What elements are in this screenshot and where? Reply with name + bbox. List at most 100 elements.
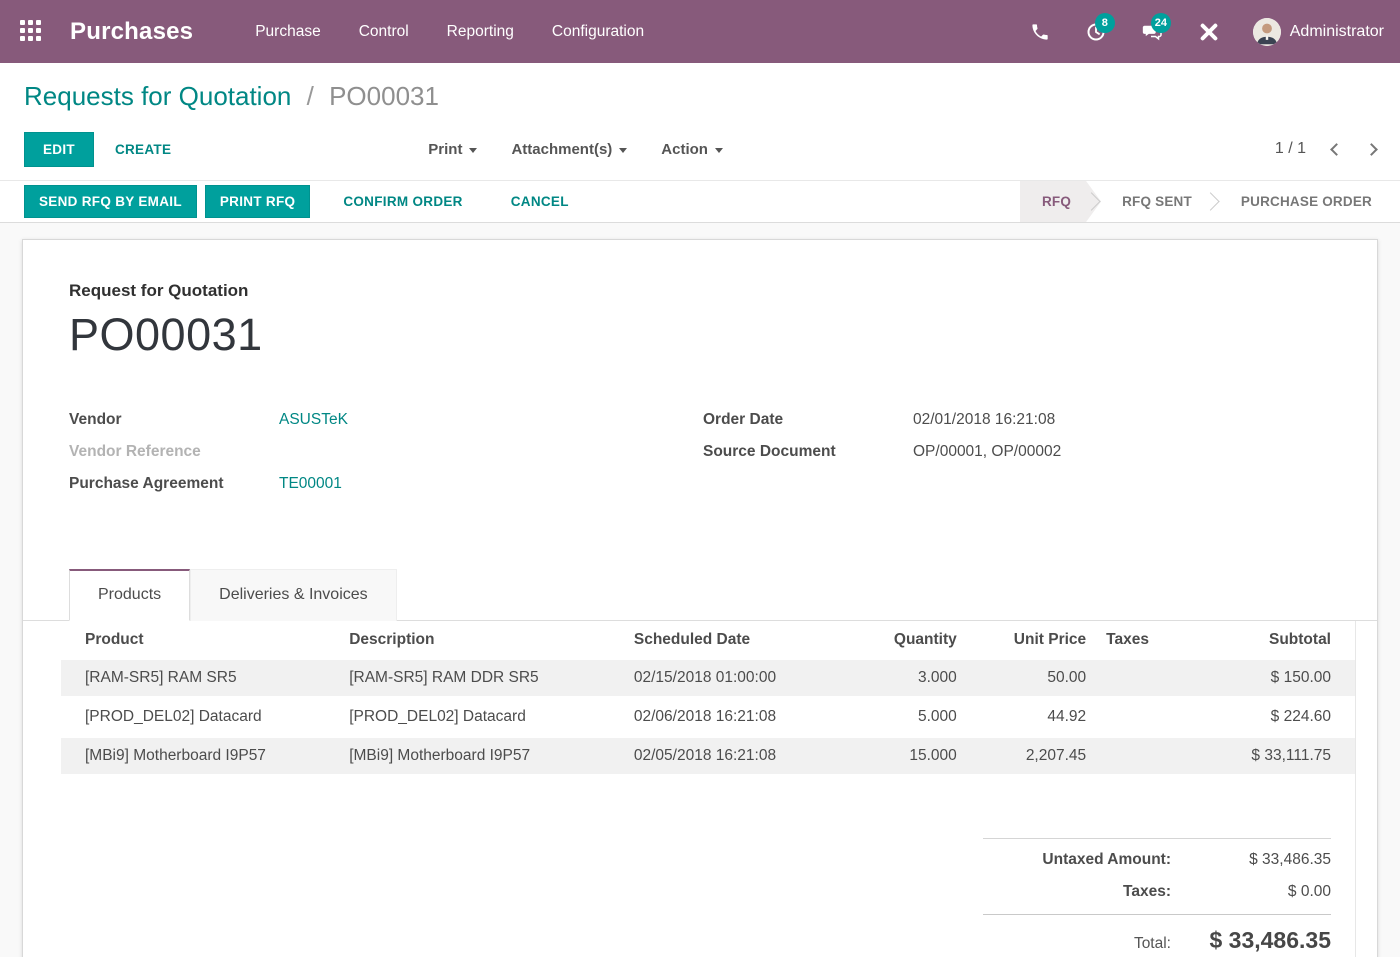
activities-clock-icon[interactable]: 8 xyxy=(1085,21,1107,43)
cell-description[interactable]: [PROD_DEL02] Datacard xyxy=(339,698,624,737)
cell-unit-price[interactable]: 2,207.45 xyxy=(967,737,1096,775)
messages-chat-icon[interactable]: 24 xyxy=(1141,21,1163,43)
table-row[interactable]: [RAM-SR5] RAM SR5 [RAM-SR5] RAM DDR SR5 … xyxy=(61,659,1355,698)
phone-icon[interactable] xyxy=(1029,21,1051,43)
top-navbar: Purchases Purchase Control Reporting Con… xyxy=(0,0,1400,63)
tools-icon[interactable] xyxy=(1197,21,1219,43)
avatar xyxy=(1253,18,1281,46)
col-product[interactable]: Product xyxy=(61,621,339,659)
tab-deliveries-invoices[interactable]: Deliveries & Invoices xyxy=(190,569,397,621)
chevron-down-icon xyxy=(715,148,723,153)
attachments-dropdown[interactable]: Attachment(s) xyxy=(511,141,627,158)
cell-quantity[interactable]: 5.000 xyxy=(850,698,966,737)
col-description[interactable]: Description xyxy=(339,621,624,659)
menu-purchase[interactable]: Purchase xyxy=(255,23,320,41)
table-header-row: Product Description Scheduled Date Quant… xyxy=(61,621,1355,659)
col-scheduled-date[interactable]: Scheduled Date xyxy=(624,621,850,659)
field-group-right: Order Date 02/01/2018 16:21:08 Source Do… xyxy=(703,411,1337,507)
app-name: Purchases xyxy=(70,18,193,46)
pager-next-icon[interactable] xyxy=(1365,143,1378,156)
order-date-value: 02/01/2018 16:21:08 xyxy=(913,411,1055,429)
print-rfq-button[interactable]: PRINT RFQ xyxy=(205,185,310,218)
table-row[interactable]: [MBi9] Motherboard I9P57 [MBi9] Motherbo… xyxy=(61,737,1355,775)
cell-scheduled-date[interactable]: 02/05/2018 16:21:08 xyxy=(624,737,850,775)
status-step-purchase-order[interactable]: PURCHASE ORDER xyxy=(1213,181,1400,222)
total-label: Total: xyxy=(1134,935,1171,953)
cell-taxes[interactable] xyxy=(1096,737,1187,775)
apps-grid-icon[interactable] xyxy=(20,20,44,44)
create-button[interactable]: CREATE xyxy=(108,132,178,167)
col-unit-price[interactable]: Unit Price xyxy=(967,621,1096,659)
cell-taxes[interactable] xyxy=(1096,698,1187,737)
col-quantity[interactable]: Quantity xyxy=(850,621,966,659)
statusbar: SEND RFQ BY EMAIL PRINT RFQ CONFIRM ORDE… xyxy=(0,180,1400,223)
page-title: PO00031 xyxy=(69,309,1337,361)
pager-value: 1 / 1 xyxy=(1275,140,1306,158)
purchase-agreement-value[interactable]: TE00001 xyxy=(279,475,342,493)
order-lines-table: Product Description Scheduled Date Quant… xyxy=(61,621,1356,957)
chevron-down-icon xyxy=(619,148,627,153)
taxes-label: Taxes: xyxy=(1123,883,1171,901)
menu-configuration[interactable]: Configuration xyxy=(552,23,644,41)
totals-panel: Untaxed Amount: $ 33,486.35 Taxes: $ 0.0… xyxy=(983,838,1355,957)
vendor-label: Vendor xyxy=(69,411,279,429)
messages-badge: 24 xyxy=(1151,13,1171,33)
cell-quantity[interactable]: 15.000 xyxy=(850,737,966,775)
pager: 1 / 1 xyxy=(1275,140,1376,158)
cell-scheduled-date[interactable]: 02/15/2018 01:00:00 xyxy=(624,659,850,698)
action-dropdown[interactable]: Action xyxy=(661,141,723,158)
confirm-order-button[interactable]: CONFIRM ORDER xyxy=(328,185,477,218)
breadcrumb-current: PO00031 xyxy=(329,81,439,111)
menu-control[interactable]: Control xyxy=(359,23,409,41)
chevron-down-icon xyxy=(469,148,477,153)
send-rfq-by-email-button[interactable]: SEND RFQ BY EMAIL xyxy=(24,185,197,218)
total-value: $ 33,486.35 xyxy=(1171,927,1331,954)
order-date-label: Order Date xyxy=(703,411,913,429)
form-view: Request for Quotation PO00031 Vendor ASU… xyxy=(0,223,1400,957)
source-document-value: OP/00001, OP/00002 xyxy=(913,443,1061,461)
cell-taxes[interactable] xyxy=(1096,659,1187,698)
cell-subtotal[interactable]: $ 224.60 xyxy=(1187,698,1355,737)
action-dropdown-label: Action xyxy=(661,141,708,158)
cell-product[interactable]: [PROD_DEL02] Datacard xyxy=(61,698,339,737)
notebook-tabs: Products Deliveries & Invoices xyxy=(23,569,1377,621)
activities-badge: 8 xyxy=(1095,13,1115,33)
taxes-value: $ 0.00 xyxy=(1171,883,1331,901)
form-subtitle: Request for Quotation xyxy=(69,281,1337,301)
vendor-value[interactable]: ASUSTeK xyxy=(279,411,348,429)
purchase-agreement-label: Purchase Agreement xyxy=(69,475,279,493)
source-document-label: Source Document xyxy=(703,443,913,461)
cell-product[interactable]: [RAM-SR5] RAM SR5 xyxy=(61,659,339,698)
col-subtotal[interactable]: Subtotal xyxy=(1187,621,1355,659)
breadcrumb-separator: / xyxy=(307,81,314,111)
form-sheet: Request for Quotation PO00031 Vendor ASU… xyxy=(22,239,1378,957)
print-dropdown[interactable]: Print xyxy=(428,141,477,158)
tab-products[interactable]: Products xyxy=(69,569,190,621)
menu-reporting[interactable]: Reporting xyxy=(447,23,514,41)
pager-previous-icon[interactable] xyxy=(1330,143,1343,156)
cell-description[interactable]: [RAM-SR5] RAM DDR SR5 xyxy=(339,659,624,698)
user-menu[interactable]: Administrator xyxy=(1253,18,1384,46)
cell-description[interactable]: [MBi9] Motherboard I9P57 xyxy=(339,737,624,775)
cell-scheduled-date[interactable]: 02/06/2018 16:21:08 xyxy=(624,698,850,737)
user-name: Administrator xyxy=(1290,23,1384,41)
print-dropdown-label: Print xyxy=(428,141,462,158)
cell-quantity[interactable]: 3.000 xyxy=(850,659,966,698)
untaxed-amount-value: $ 33,486.35 xyxy=(1171,851,1331,869)
cancel-button[interactable]: CANCEL xyxy=(496,185,584,218)
vendor-reference-label: Vendor Reference xyxy=(69,443,279,461)
cell-subtotal[interactable]: $ 33,111.75 xyxy=(1187,737,1355,775)
field-group-left: Vendor ASUSTeK Vendor Reference Purchase… xyxy=(69,411,703,507)
breadcrumb-parent-link[interactable]: Requests for Quotation xyxy=(24,81,291,111)
edit-button[interactable]: EDIT xyxy=(24,132,94,167)
col-taxes[interactable]: Taxes xyxy=(1096,621,1187,659)
control-panel: Requests for Quotation / PO00031 EDIT CR… xyxy=(0,63,1400,180)
breadcrumb: Requests for Quotation / PO00031 xyxy=(24,81,1376,112)
status-steps: RFQ RFQ SENT PURCHASE ORDER xyxy=(1020,181,1400,222)
cell-unit-price[interactable]: 44.92 xyxy=(967,698,1096,737)
cell-subtotal[interactable]: $ 150.00 xyxy=(1187,659,1355,698)
table-row[interactable]: [PROD_DEL02] Datacard [PROD_DEL02] Datac… xyxy=(61,698,1355,737)
cell-product[interactable]: [MBi9] Motherboard I9P57 xyxy=(61,737,339,775)
cell-unit-price[interactable]: 50.00 xyxy=(967,659,1096,698)
main-menu: Purchase Control Reporting Configuration xyxy=(255,23,644,41)
